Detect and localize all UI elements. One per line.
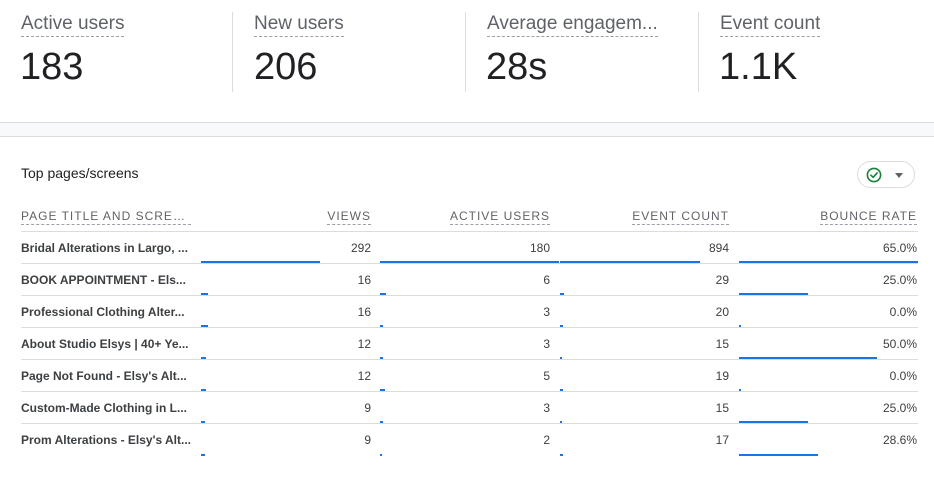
column-header-page-title[interactable]: PAGE TITLE AND SCREEN... [21,209,191,225]
views-bar [201,325,208,327]
event-count-cell: 894 [708,241,729,255]
views-bar [201,389,206,391]
active-users-cell: 180 [529,241,550,255]
metric-active-users[interactable]: Active users 183 [0,0,233,122]
bounce-rate-cell: 50.0% [882,337,917,351]
metric-label[interactable]: Event count [720,12,821,37]
views-cell: 12 [357,337,371,351]
bounce-rate-bar [739,421,808,423]
metric-cards: Active users 183 New users 206 Average e… [0,0,934,122]
views-cell: 9 [364,401,371,415]
event-count-bar [560,421,562,423]
active-users-bar [380,357,383,359]
bounce-rate-bar [739,293,808,295]
event-count-cell: 15 [715,337,729,351]
views-bar [201,261,320,263]
event-count-cell: 15 [715,401,729,415]
caret-down-icon [895,173,903,178]
active-users-bar [380,421,383,423]
event-count-bar [560,325,563,327]
page-title-cell[interactable]: Custom-Made Clothing in L... [21,401,193,415]
event-count-cell: 17 [715,433,729,447]
metric-value: 183 [20,46,84,88]
active-users-cell: 3 [543,401,550,415]
views-cell: 16 [357,305,371,319]
bounce-rate-cell: 28.6% [882,433,917,447]
page-title-cell[interactable]: Prom Alterations - Elsy's Alt... [21,433,193,447]
bounce-rate-bar [739,389,741,391]
metric-label[interactable]: Average engagem... [487,12,658,37]
event-count-bar [560,357,562,359]
active-users-bar [380,454,382,456]
bounce-rate-bar [739,454,818,456]
active-users-cell: 3 [543,337,550,351]
views-cell: 16 [357,273,371,287]
bounce-rate-cell: 0.0% [889,305,917,319]
page-title-cell[interactable]: Professional Clothing Alter... [21,305,193,319]
bounce-rate-bar [739,357,877,359]
metric-label[interactable]: New users [254,12,344,37]
event-count-bar [560,293,564,295]
page-title-cell[interactable]: Page Not Found - Elsy's Alt... [21,369,193,383]
views-cell: 12 [357,369,371,383]
metric-average-engagement[interactable]: Average engagem... 28s [466,0,699,122]
metric-event-count[interactable]: Event count 1.1K [699,0,932,122]
page-title-cell[interactable]: About Studio Elsys | 40+ Ye... [21,337,193,351]
table-row[interactable]: BOOK APPOINTMENT - Els... 16 6 29 25.0% [21,264,918,296]
table-row[interactable]: Custom-Made Clothing in L... 9 3 15 25.0% [21,392,918,424]
views-bar [201,293,208,295]
event-count-cell: 19 [715,369,729,383]
active-users-cell: 5 [543,369,550,383]
top-pages-card: Top pages/screens PAGE TITLE AND SCREEN.… [0,137,934,483]
table-row[interactable]: Page Not Found - Elsy's Alt... 12 5 19 0.0% [21,360,918,392]
table-row[interactable]: About Studio Elsys | 40+ Ye... 12 3 15 50.0% [21,328,918,360]
bounce-rate-cell: 0.0% [889,369,917,383]
table-row[interactable]: Bridal Alterations in Largo, ... 292 180 89… [21,232,918,264]
active-users-cell: 6 [543,273,550,287]
metric-value: 206 [254,46,318,88]
page-title-cell[interactable]: BOOK APPOINTMENT - Els... [21,273,193,287]
event-count-cell: 29 [715,273,729,287]
metric-new-users[interactable]: New users 206 [233,0,466,122]
event-count-bar [560,389,563,391]
column-header-event-count[interactable]: EVENT COUNT [632,209,729,225]
page-title-cell[interactable]: Bridal Alterations in Largo, ... [21,241,193,255]
active-users-bar [380,293,386,295]
active-users-bar [380,325,383,327]
event-count-bar [560,261,700,263]
views-bar [201,357,206,359]
active-users-bar [380,261,559,263]
active-users-cell: 2 [543,433,550,447]
bounce-rate-cell: 65.0% [882,241,917,255]
table-row[interactable]: Prom Alterations - Elsy's Alt... 9 2 17 28.6… [21,424,918,456]
table-row[interactable]: Professional Clothing Alter... 16 3 20 0.0% [21,296,918,328]
check-circle-icon [866,167,882,183]
active-users-bar [380,389,385,391]
bounce-rate-bar [739,261,918,263]
column-header-bounce-rate[interactable]: BOUNCE RATE [820,209,917,225]
bounce-rate-cell: 25.0% [882,273,917,287]
comparison-chip[interactable] [857,161,915,188]
bounce-rate-cell: 25.0% [882,401,917,415]
section-separator [0,122,934,137]
views-bar [201,454,205,456]
analytics-dashboard: Active users 183 New users 206 Average e… [0,0,934,483]
active-users-cell: 3 [543,305,550,319]
views-cell: 292 [350,241,371,255]
bounce-rate-bar [739,325,741,327]
table-body: Bridal Alterations in Largo, ... 292 180 89… [21,232,918,456]
event-count-bar [560,454,563,456]
card-title: Top pages/screens [21,165,139,181]
event-count-cell: 20 [715,305,729,319]
column-header-views[interactable]: VIEWS [327,209,371,225]
metric-value: 28s [486,46,548,88]
column-header-active-users[interactable]: ACTIVE USERS [449,209,550,225]
views-bar [201,421,205,423]
metric-label[interactable]: Active users [21,12,125,37]
metric-value: 1.1K [719,46,798,88]
views-cell: 9 [364,433,371,447]
table-header: PAGE TITLE AND SCREEN... VIEWS ACTIVE US… [21,197,918,232]
pages-table: PAGE TITLE AND SCREEN... VIEWS ACTIVE US… [21,197,918,456]
